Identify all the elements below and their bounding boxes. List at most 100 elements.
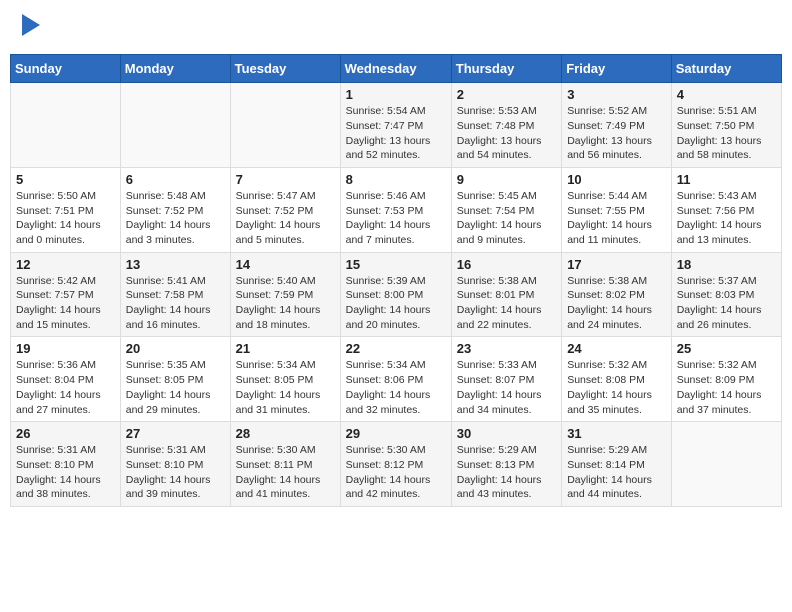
day-number: 10	[567, 172, 666, 187]
calendar-cell: 4 Sunrise: 5:51 AM Sunset: 7:50 PM Daylig…	[671, 83, 781, 168]
day-number: 25	[677, 341, 776, 356]
day-number: 7	[236, 172, 335, 187]
day-info: Sunrise: 5:30 AM Sunset: 8:12 PM Dayligh…	[346, 443, 446, 502]
weekday-header: Wednesday	[340, 55, 451, 83]
day-number: 1	[346, 87, 446, 102]
calendar-cell: 21 Sunrise: 5:34 AM Sunset: 8:05 PM Dayli…	[230, 337, 340, 422]
calendar-cell: 1 Sunrise: 5:54 AM Sunset: 7:47 PM Daylig…	[340, 83, 451, 168]
day-number: 16	[457, 257, 556, 272]
day-number: 23	[457, 341, 556, 356]
day-info: Sunrise: 5:34 AM Sunset: 8:05 PM Dayligh…	[236, 358, 335, 417]
logo-icon	[22, 14, 40, 36]
weekday-header: Tuesday	[230, 55, 340, 83]
weekday-header: Saturday	[671, 55, 781, 83]
day-info: Sunrise: 5:37 AM Sunset: 8:03 PM Dayligh…	[677, 274, 776, 333]
day-number: 29	[346, 426, 446, 441]
calendar-week-row: 1 Sunrise: 5:54 AM Sunset: 7:47 PM Daylig…	[11, 83, 782, 168]
day-number: 3	[567, 87, 666, 102]
day-number: 26	[16, 426, 115, 441]
calendar-cell: 14Sunrise: 5:40 AM Sunset: 7:59 PM Dayli…	[230, 252, 340, 337]
calendar-cell	[120, 83, 230, 168]
day-number: 6	[126, 172, 225, 187]
day-number: 12	[16, 257, 115, 272]
day-number: 15	[346, 257, 446, 272]
day-info: Sunrise: 5:29 AM Sunset: 8:13 PM Dayligh…	[457, 443, 556, 502]
calendar-cell: 27 Sunrise: 5:31 AM Sunset: 8:10 PM Dayli…	[120, 422, 230, 507]
day-info: Sunrise: 5:33 AM Sunset: 8:07 PM Dayligh…	[457, 358, 556, 417]
day-info: Sunrise: 5:54 AM Sunset: 7:47 PM Dayligh…	[346, 104, 446, 163]
calendar-cell: 16Sunrise: 5:38 AM Sunset: 8:01 PM Dayli…	[451, 252, 561, 337]
calendar-table: SundayMondayTuesdayWednesdayThursdayFrid…	[10, 54, 782, 507]
day-info: Sunrise: 5:46 AM Sunset: 7:53 PM Dayligh…	[346, 189, 446, 248]
calendar-cell: 2 Sunrise: 5:53 AM Sunset: 7:48 PM Daylig…	[451, 83, 561, 168]
day-info: Sunrise: 5:47 AM Sunset: 7:52 PM Dayligh…	[236, 189, 335, 248]
day-number: 13	[126, 257, 225, 272]
calendar-cell: 20 Sunrise: 5:35 AM Sunset: 8:05 PM Dayli…	[120, 337, 230, 422]
calendar-cell: 31Sunrise: 5:29 AM Sunset: 8:14 PM Dayli…	[562, 422, 672, 507]
calendar-cell: 7 Sunrise: 5:47 AM Sunset: 7:52 PM Daylig…	[230, 167, 340, 252]
day-number: 18	[677, 257, 776, 272]
day-info: Sunrise: 5:31 AM Sunset: 8:10 PM Dayligh…	[16, 443, 115, 502]
day-number: 5	[16, 172, 115, 187]
calendar-cell: 13 Sunrise: 5:41 AM Sunset: 7:58 PM Dayli…	[120, 252, 230, 337]
calendar-cell: 15 Sunrise: 5:39 AM Sunset: 8:00 PM Dayli…	[340, 252, 451, 337]
day-number: 2	[457, 87, 556, 102]
day-info: Sunrise: 5:43 AM Sunset: 7:56 PM Dayligh…	[677, 189, 776, 248]
day-info: Sunrise: 5:39 AM Sunset: 8:00 PM Dayligh…	[346, 274, 446, 333]
calendar-cell	[230, 83, 340, 168]
weekday-header: Thursday	[451, 55, 561, 83]
calendar-cell: 10 Sunrise: 5:44 AM Sunset: 7:55 PM Dayli…	[562, 167, 672, 252]
calendar-cell: 23 Sunrise: 5:33 AM Sunset: 8:07 PM Dayli…	[451, 337, 561, 422]
calendar-cell	[671, 422, 781, 507]
calendar-cell: 29 Sunrise: 5:30 AM Sunset: 8:12 PM Dayli…	[340, 422, 451, 507]
day-number: 28	[236, 426, 335, 441]
calendar-cell: 9 Sunrise: 5:45 AM Sunset: 7:54 PM Daylig…	[451, 167, 561, 252]
day-info: Sunrise: 5:51 AM Sunset: 7:50 PM Dayligh…	[677, 104, 776, 163]
day-number: 31	[567, 426, 666, 441]
day-number: 4	[677, 87, 776, 102]
day-info: Sunrise: 5:32 AM Sunset: 8:08 PM Dayligh…	[567, 358, 666, 417]
calendar-cell: 26 Sunrise: 5:31 AM Sunset: 8:10 PM Dayli…	[11, 422, 121, 507]
calendar-cell: 12Sunrise: 5:42 AM Sunset: 7:57 PM Dayli…	[11, 252, 121, 337]
calendar-cell: 3 Sunrise: 5:52 AM Sunset: 7:49 PM Daylig…	[562, 83, 672, 168]
calendar-week-row: 19 Sunrise: 5:36 AM Sunset: 8:04 PM Dayli…	[11, 337, 782, 422]
calendar-cell: 5 Sunrise: 5:50 AM Sunset: 7:51 PM Daylig…	[11, 167, 121, 252]
calendar-cell: 17Sunrise: 5:38 AM Sunset: 8:02 PM Dayli…	[562, 252, 672, 337]
day-info: Sunrise: 5:44 AM Sunset: 7:55 PM Dayligh…	[567, 189, 666, 248]
day-info: Sunrise: 5:48 AM Sunset: 7:52 PM Dayligh…	[126, 189, 225, 248]
calendar-cell: 6 Sunrise: 5:48 AM Sunset: 7:52 PM Daylig…	[120, 167, 230, 252]
calendar-cell: 18 Sunrise: 5:37 AM Sunset: 8:03 PM Dayli…	[671, 252, 781, 337]
day-number: 19	[16, 341, 115, 356]
calendar-week-row: 26 Sunrise: 5:31 AM Sunset: 8:10 PM Dayli…	[11, 422, 782, 507]
calendar-week-row: 5 Sunrise: 5:50 AM Sunset: 7:51 PM Daylig…	[11, 167, 782, 252]
page-header	[10, 10, 782, 44]
day-number: 8	[346, 172, 446, 187]
day-info: Sunrise: 5:35 AM Sunset: 8:05 PM Dayligh…	[126, 358, 225, 417]
calendar-cell: 28 Sunrise: 5:30 AM Sunset: 8:11 PM Dayli…	[230, 422, 340, 507]
day-number: 11	[677, 172, 776, 187]
day-info: Sunrise: 5:52 AM Sunset: 7:49 PM Dayligh…	[567, 104, 666, 163]
calendar-cell: 22 Sunrise: 5:34 AM Sunset: 8:06 PM Dayli…	[340, 337, 451, 422]
day-info: Sunrise: 5:53 AM Sunset: 7:48 PM Dayligh…	[457, 104, 556, 163]
day-info: Sunrise: 5:34 AM Sunset: 8:06 PM Dayligh…	[346, 358, 446, 417]
day-info: Sunrise: 5:36 AM Sunset: 8:04 PM Dayligh…	[16, 358, 115, 417]
weekday-header: Sunday	[11, 55, 121, 83]
day-number: 20	[126, 341, 225, 356]
day-info: Sunrise: 5:45 AM Sunset: 7:54 PM Dayligh…	[457, 189, 556, 248]
day-number: 14	[236, 257, 335, 272]
day-number: 30	[457, 426, 556, 441]
day-number: 9	[457, 172, 556, 187]
day-info: Sunrise: 5:41 AM Sunset: 7:58 PM Dayligh…	[126, 274, 225, 333]
day-number: 27	[126, 426, 225, 441]
day-info: Sunrise: 5:50 AM Sunset: 7:51 PM Dayligh…	[16, 189, 115, 248]
calendar-cell: 11 Sunrise: 5:43 AM Sunset: 7:56 PM Dayli…	[671, 167, 781, 252]
weekday-header: Monday	[120, 55, 230, 83]
calendar-header-row: SundayMondayTuesdayWednesdayThursdayFrid…	[11, 55, 782, 83]
weekday-header: Friday	[562, 55, 672, 83]
day-number: 17	[567, 257, 666, 272]
day-info: Sunrise: 5:30 AM Sunset: 8:11 PM Dayligh…	[236, 443, 335, 502]
day-number: 22	[346, 341, 446, 356]
day-number: 21	[236, 341, 335, 356]
calendar-cell: 24Sunrise: 5:32 AM Sunset: 8:08 PM Dayli…	[562, 337, 672, 422]
day-info: Sunrise: 5:31 AM Sunset: 8:10 PM Dayligh…	[126, 443, 225, 502]
